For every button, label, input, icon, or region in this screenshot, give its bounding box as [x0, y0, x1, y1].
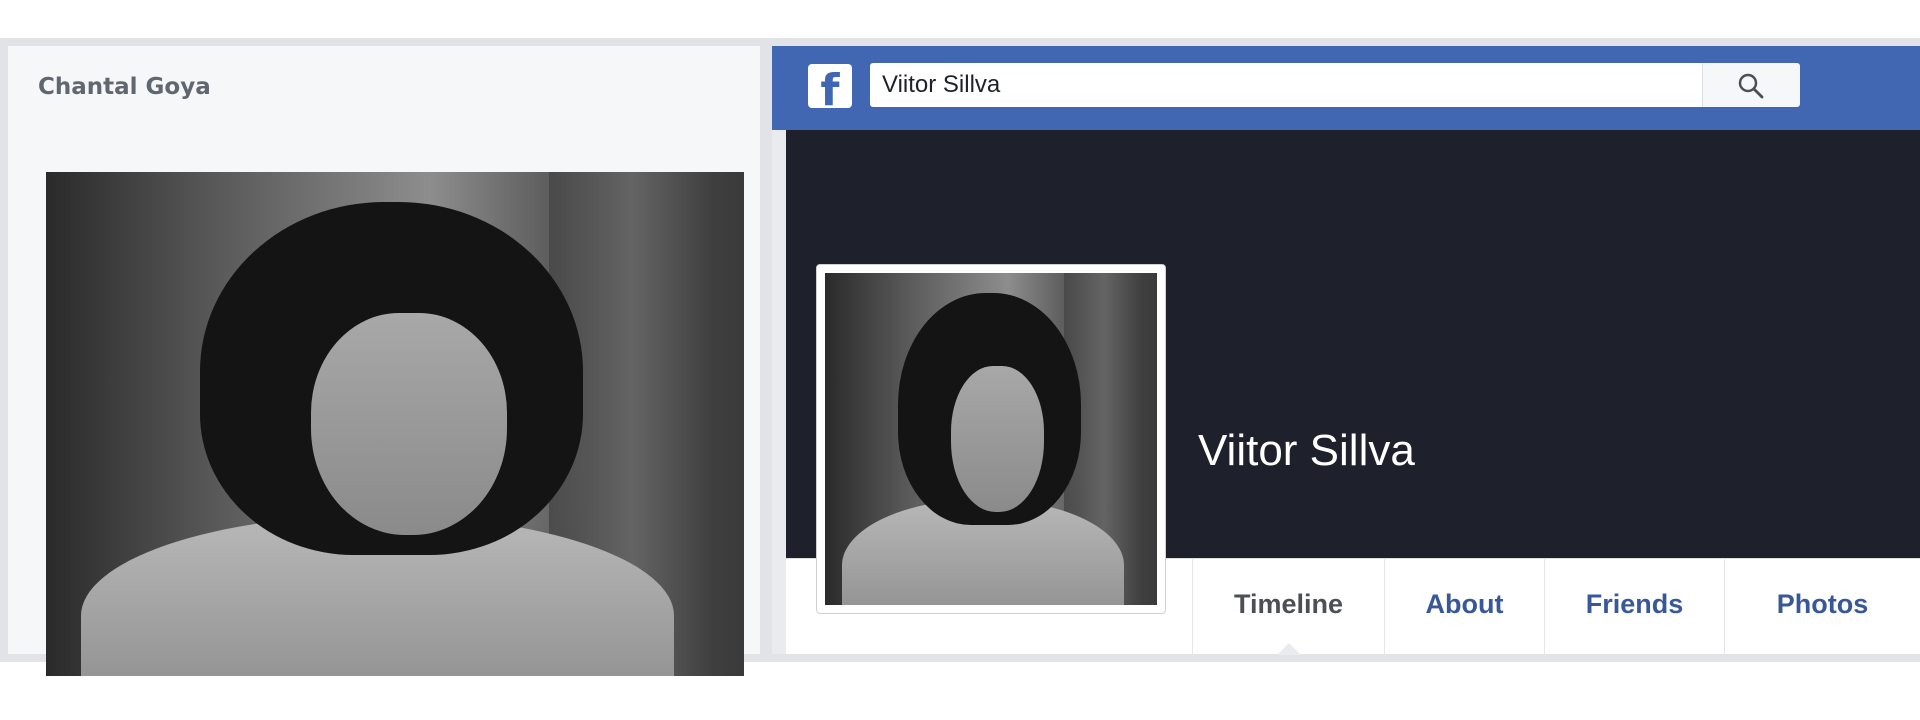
facebook-top-bar: f [772, 46, 1920, 130]
search-input[interactable] [870, 63, 1720, 107]
facebook-profile-mock: f Viitor Sillva Timeline About Friends P… [772, 46, 1920, 655]
portrait-photo [46, 172, 744, 676]
person-name-label: Chantal Goya [38, 74, 211, 100]
profile-picture[interactable] [816, 264, 1166, 614]
profile-name[interactable]: Viitor Sillva [1198, 426, 1415, 476]
tab-timeline[interactable]: Timeline [1192, 559, 1384, 655]
tab-friends[interactable]: Friends [1544, 559, 1724, 655]
search-icon [1738, 73, 1764, 99]
search-button[interactable] [1702, 63, 1800, 107]
tab-photos[interactable]: Photos [1724, 559, 1920, 655]
left-photo-card: Chantal Goya [8, 46, 760, 676]
facebook-logo-icon[interactable]: f [808, 64, 852, 108]
tab-about[interactable]: About [1384, 559, 1544, 655]
avatar [825, 273, 1157, 605]
